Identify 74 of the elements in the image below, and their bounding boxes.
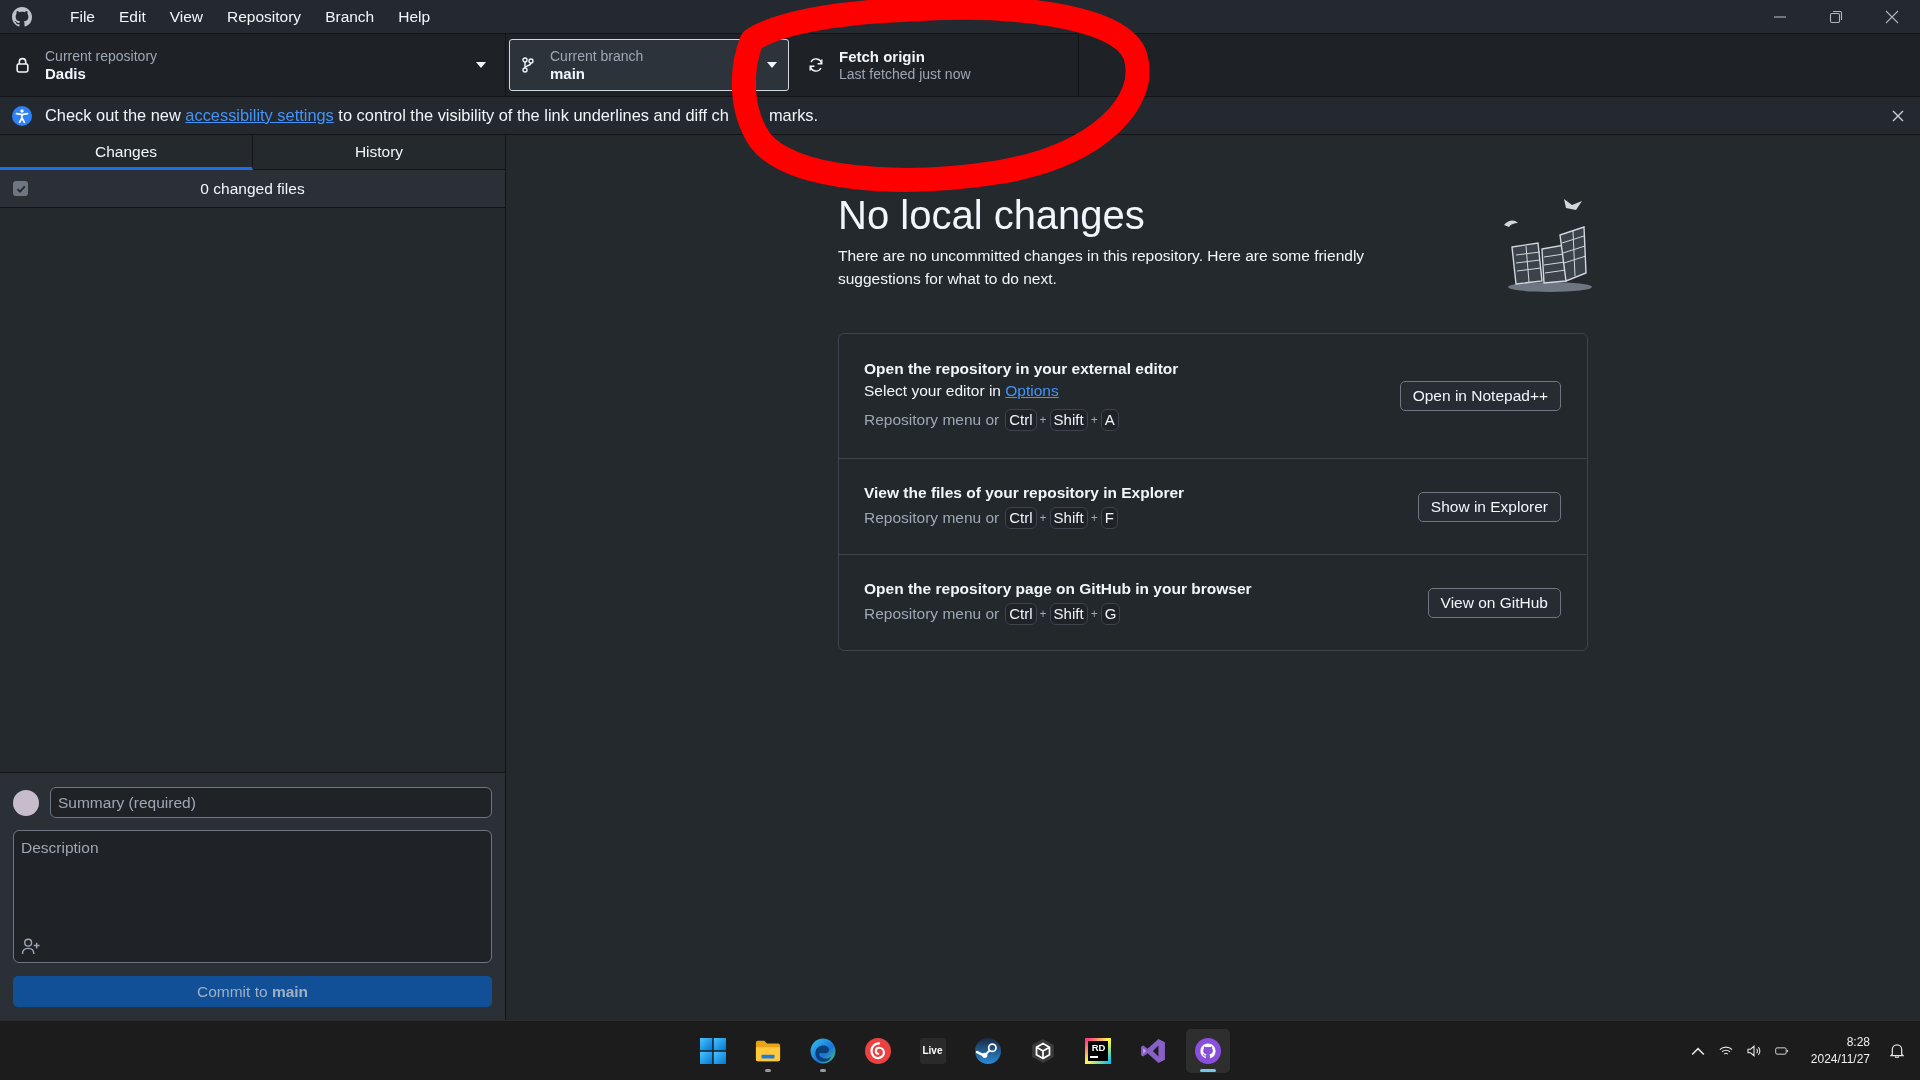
- taskbar-button[interactable]: RD: [1075, 1028, 1120, 1073]
- repository-selector[interactable]: Current repository Dadis: [0, 34, 506, 96]
- menu-item[interactable]: Branch: [313, 1, 387, 32]
- ribbon-icon: [1139, 1037, 1166, 1064]
- key-cap: Shift: [1049, 603, 1088, 625]
- key-cap: A: [1100, 409, 1119, 431]
- cat-logo-icon: [12, 6, 32, 27]
- key-separator: +: [1039, 511, 1047, 525]
- clock-time[interactable]: 8:28: [1846, 1033, 1870, 1051]
- shortcut-hint: Repository menu or: [864, 411, 1000, 429]
- notification-icon[interactable]: [1890, 1043, 1904, 1058]
- taskbar-button[interactable]: Live: [910, 1028, 955, 1073]
- action-button[interactable]: Show in Explorer: [1417, 492, 1561, 522]
- empty-state-title: No local changes: [838, 192, 1145, 238]
- action-title: Open the repository page on GitHub in your browser: [864, 579, 1252, 599]
- key-separator: +: [1090, 511, 1098, 525]
- description-field[interactable]: Description: [13, 830, 492, 964]
- caret-icon: [476, 62, 486, 68]
- clock-date[interactable]: 2024/11/27: [1810, 1050, 1870, 1068]
- close-icon[interactable]: [1892, 109, 1904, 122]
- changed-files-count: 0 changed files: [199, 179, 306, 198]
- branch-selector[interactable]: Current branch main: [509, 39, 789, 91]
- spiral-disc-icon: [864, 1037, 891, 1064]
- key-cap: F: [1100, 507, 1118, 529]
- fetch-origin-button[interactable]: Fetch origin Last fetched just now: [791, 34, 1079, 96]
- action-button[interactable]: View on GitHub: [1427, 588, 1561, 618]
- rd-tile: RD: [1084, 1037, 1111, 1064]
- menu-item[interactable]: Edit: [107, 1, 158, 32]
- key-cap: Ctrl: [1005, 603, 1037, 625]
- taskbar-button[interactable]: [1185, 1028, 1230, 1073]
- battery-icon[interactable]: [1774, 1044, 1789, 1057]
- key-cap: Ctrl: [1005, 507, 1037, 529]
- banner-message: Check out the new accessibility settings to control the visibility of the link underlines and diff ch: [45, 106, 729, 125]
- banner-message-end: marks.: [768, 106, 819, 125]
- menu-item[interactable]: View: [157, 1, 216, 32]
- sidebar-tab[interactable]: Changes: [0, 135, 253, 170]
- menu-item[interactable]: Repository: [215, 1, 314, 32]
- shortcut-hint: Repository menu or: [864, 605, 1000, 623]
- action-title: View the files of your repository in Explorer: [864, 483, 1185, 503]
- key-separator: +: [1039, 413, 1047, 427]
- editor-hint: Select your editor in Options: [864, 381, 1060, 401]
- cat-disc-icon: [1194, 1037, 1221, 1064]
- wifi-icon[interactable]: [1718, 1044, 1733, 1057]
- key-separator: +: [1090, 413, 1098, 427]
- piston-disc-icon: [974, 1037, 1001, 1064]
- restore-icon[interactable]: [1829, 9, 1843, 24]
- accessibility-icon: [12, 105, 32, 126]
- key-cap: Shift: [1049, 507, 1088, 529]
- key-cap: Ctrl: [1005, 409, 1037, 431]
- key-separator: +: [1039, 607, 1047, 621]
- menu-item[interactable]: Help: [386, 1, 443, 32]
- caret-icon: [767, 62, 777, 68]
- action-button[interactable]: Open in Notepad++: [1399, 381, 1561, 411]
- key-cap: G: [1100, 603, 1121, 625]
- user-avatar: [13, 789, 39, 816]
- key-cap: Shift: [1049, 409, 1088, 431]
- shortcut-hint: Repository menu or: [864, 509, 1000, 527]
- sync-icon: [808, 57, 824, 73]
- empty-state-message: There are no uncommitted changes in this repository. Here are some friendly suggestions for what to do next.: [838, 246, 1366, 289]
- cube-icon: [1029, 1037, 1056, 1064]
- summary-field[interactable]: Summary (required): [50, 787, 492, 818]
- lock-icon: [16, 57, 29, 73]
- close-icon[interactable]: [1885, 9, 1899, 24]
- options-link[interactable]: Options: [1005, 382, 1059, 399]
- start-grid-icon: [699, 1037, 726, 1064]
- speaker-icon[interactable]: [1746, 1044, 1761, 1057]
- branch-icon: [522, 57, 534, 73]
- add-person-icon[interactable]: [21, 938, 41, 956]
- accessibility-settings-link[interactable]: accessibility settings: [185, 106, 334, 124]
- action-title: Open the repository in your external editor: [864, 359, 1179, 379]
- live-tile: Live: [919, 1037, 946, 1064]
- key-separator: +: [1090, 607, 1098, 621]
- swirl-icon: [809, 1037, 836, 1064]
- menu-item[interactable]: File: [58, 1, 107, 32]
